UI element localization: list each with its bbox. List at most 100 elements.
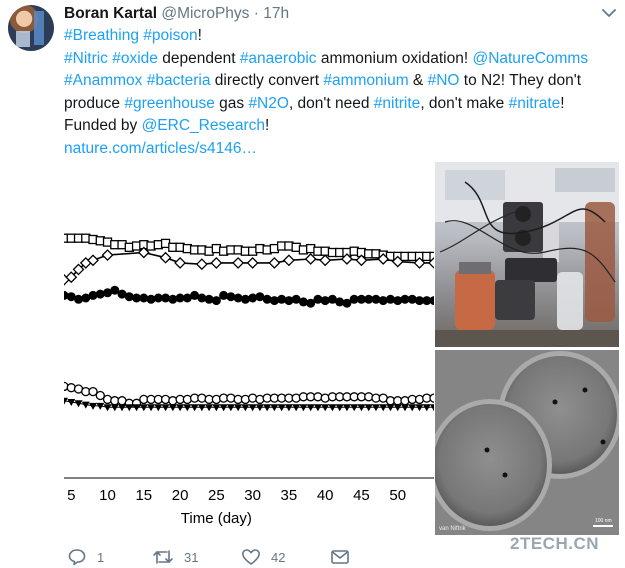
data-point-triangle [139, 404, 148, 412]
hashtag-link[interactable]: #greenhouse [124, 95, 215, 112]
hashtag-link[interactable]: #ammonium [323, 72, 408, 89]
data-point-triangle [357, 404, 366, 412]
hashtag-link[interactable]: #Nitric [64, 50, 108, 67]
avatar-flag-icon [34, 11, 44, 45]
data-point-triangle [103, 404, 112, 412]
data-point-triangle [205, 404, 214, 412]
data-point-triangle [335, 404, 344, 412]
micrograph-scale: 100 nm [595, 518, 612, 524]
photo-micrograph[interactable]: van Niftrik 100 nm [435, 350, 619, 535]
data-point-diamond [268, 256, 281, 269]
hashtag-link[interactable]: #nitrite [374, 95, 421, 112]
tweet-media[interactable]: 5 10 15 20 25 30 35 40 45 50 Time (day) [64, 160, 619, 535]
retweet-button[interactable]: 31 [152, 546, 198, 568]
micrograph-image: van Niftrik 100 nm [435, 350, 619, 535]
tweet-text-segment: gas [214, 94, 249, 112]
reply-button[interactable]: 1 [67, 546, 104, 568]
data-point-triangle [277, 404, 286, 412]
reply-count: 1 [97, 549, 105, 565]
data-point-triangle [379, 404, 388, 412]
envelope-icon [331, 550, 349, 564]
data-point-triangle [183, 404, 192, 412]
x-tick-label: 45 [353, 487, 370, 504]
tweet-text-line: #Anammox #bacteria directly convert #amm… [64, 70, 614, 93]
retweet-count: 31 [184, 549, 199, 565]
data-point-triangle [176, 404, 185, 412]
hashtag-link[interactable]: #nitrate [509, 95, 561, 112]
data-point-diamond [210, 256, 223, 269]
data-point-triangle [161, 404, 170, 412]
chart-image: 5 10 15 20 25 30 35 40 45 50 Time (day) [64, 160, 434, 535]
chevron-down-icon[interactable] [602, 8, 616, 18]
data-point-diamond [195, 258, 208, 271]
data-point-triangle [219, 404, 228, 412]
data-point-triangle [263, 404, 272, 412]
data-point-triangle [248, 404, 257, 412]
hashtag-link[interactable]: #Anammox [64, 72, 142, 89]
x-tick-label: 15 [135, 487, 152, 504]
data-point-triangle [147, 404, 156, 412]
hashtag-link[interactable]: #anaerobic [240, 50, 317, 67]
lab-setup-image [435, 162, 619, 347]
data-point-triangle [292, 404, 301, 412]
data-point-filled-circle [429, 296, 434, 306]
data-point-triangle [422, 404, 431, 412]
x-tick-label: 10 [99, 487, 116, 504]
tweet-text-line: #Breathing #poison! [64, 25, 614, 48]
data-point-triangle [190, 404, 199, 412]
like-count: 42 [271, 549, 286, 565]
data-point-triangle [371, 404, 380, 412]
author-handle[interactable]: @MicroPhys [161, 5, 249, 22]
tweet-text-segment: , don't make [420, 94, 509, 112]
hashtag-link[interactable]: #Breathing [64, 27, 139, 44]
mention-link[interactable]: @NatureComms [472, 50, 588, 67]
author-avatar[interactable] [8, 5, 54, 51]
data-point-triangle [415, 404, 424, 412]
tweet-text: #Breathing #poison! #Nitric #oxide depend… [64, 25, 614, 160]
data-point-open-circle [429, 393, 434, 403]
data-point-triangle [350, 404, 359, 412]
data-point-triangle [408, 404, 417, 412]
tweet-text-segment: ammonium oxidation! [316, 49, 473, 67]
data-point-triangle [430, 404, 434, 412]
hashtag-link[interactable]: #NO [428, 72, 460, 89]
tweet-timestamp[interactable]: 17h [263, 5, 289, 22]
photo-lab-setup[interactable] [435, 162, 619, 347]
data-point-triangle [118, 404, 127, 412]
data-point-triangle [313, 404, 322, 412]
data-point-triangle [125, 404, 134, 412]
tweet-text-segment: ! [560, 94, 565, 112]
avatar-glassware-icon [16, 31, 30, 47]
data-point-triangle [212, 404, 221, 412]
data-point-triangle [132, 404, 141, 412]
like-button[interactable]: 42 [241, 546, 285, 568]
data-point-triangle [284, 404, 293, 412]
tweet-text-segment: ! [197, 27, 202, 44]
data-point-triangle [270, 404, 279, 412]
tweet-text-segment: ! [264, 117, 270, 134]
data-point-triangle [342, 404, 351, 412]
data-point-triangle [400, 404, 409, 412]
data-point-filled-circle [211, 296, 221, 306]
x-tick-label: 5 [67, 487, 75, 504]
tweet-header: Boran Kartal @MicroPhys · 17h [64, 4, 289, 23]
hashtag-link[interactable]: #oxide [112, 50, 158, 67]
direct-message-button[interactable] [330, 546, 350, 568]
author-name[interactable]: Boran Kartal [64, 5, 157, 22]
heart-icon [242, 549, 260, 565]
data-point-triangle [168, 404, 177, 412]
data-point-triangle [386, 404, 395, 412]
data-point-diamond [282, 254, 295, 267]
hashtag-link[interactable]: #poison [143, 27, 197, 44]
line-chart: 5 10 15 20 25 30 35 40 45 50 Time (day) [64, 233, 434, 527]
article-link[interactable]: nature.com/articles/s4146… [64, 140, 257, 157]
hashtag-link[interactable]: #N2O [248, 95, 289, 112]
tweet-text-segment: & [408, 72, 428, 89]
mention-link[interactable]: @ERC_Research [142, 117, 265, 134]
header-separator: · [253, 5, 259, 22]
data-point-diamond [101, 249, 114, 262]
data-point-triangle [226, 404, 235, 412]
hashtag-link[interactable]: #bacteria [147, 72, 211, 89]
data-point-diamond [246, 256, 259, 269]
x-axis-label: Time (day) [181, 510, 252, 527]
